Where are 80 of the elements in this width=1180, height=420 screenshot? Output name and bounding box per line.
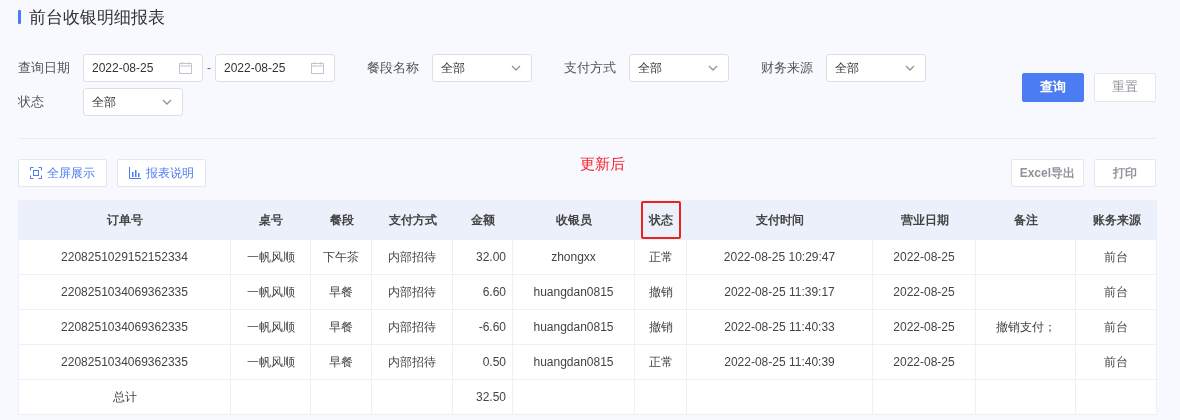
- column-header: 餐段: [311, 200, 372, 240]
- page-title: 前台收银明细报表: [29, 6, 165, 29]
- column-header: 订单号: [19, 200, 231, 240]
- table-cell: 早餐: [311, 275, 372, 310]
- chevron-down-icon: [708, 65, 718, 71]
- table-cell: 一帆风顺: [231, 240, 311, 275]
- table-cell: 2022-08-25: [873, 310, 976, 345]
- filter-label: 财务来源: [761, 59, 814, 77]
- column-header: 备注: [976, 200, 1076, 240]
- table-cell: 32.00: [453, 240, 513, 275]
- table-cell: 6.60: [453, 275, 513, 310]
- table-cell: 一帆风顺: [231, 275, 311, 310]
- table-cell: huangdan0815: [513, 310, 635, 345]
- column-header: 桌号: [231, 200, 311, 240]
- table-cell: 内部招待: [372, 275, 453, 310]
- column-header: 营业日期: [873, 200, 976, 240]
- table-cell: 2022-08-25: [873, 275, 976, 310]
- table-cell: 内部招待: [372, 310, 453, 345]
- table-cell: 2022-08-25: [873, 345, 976, 380]
- table-cell: 内部招待: [372, 345, 453, 380]
- table-cell: 前台: [1076, 310, 1157, 345]
- bar-chart-icon: [129, 167, 141, 179]
- search-button[interactable]: 查询: [1022, 72, 1084, 102]
- table-cell: huangdan0815: [513, 345, 635, 380]
- table-cell: 2022-08-25 10:29:47: [687, 240, 873, 275]
- toolbar-button[interactable]: 全屏展示: [18, 159, 107, 187]
- table-cell: 2022-08-25 11:40:39: [687, 345, 873, 380]
- chevron-down-icon: [511, 65, 521, 71]
- column-header: 收银员: [513, 200, 635, 240]
- date-field[interactable]: 2022-08-25: [83, 54, 203, 82]
- table-cell: 2208251034069362335: [19, 310, 231, 345]
- select-field[interactable]: 全部: [432, 54, 532, 82]
- table-cell: 早餐: [311, 345, 372, 380]
- column-header: 金额: [453, 200, 513, 240]
- filter-label: 状态: [18, 93, 45, 111]
- table-cell: 正常: [635, 240, 687, 275]
- title-accent-bar: [18, 10, 21, 24]
- select-field[interactable]: 全部: [83, 88, 183, 116]
- fullscreen-icon: [30, 167, 42, 179]
- table-cell: 撤销支付；: [976, 310, 1076, 345]
- table-cell: -6.60: [453, 310, 513, 345]
- chevron-down-icon: [905, 65, 915, 71]
- table-cell: 2022-08-25 11:39:17: [687, 275, 873, 310]
- calendar-icon: [311, 62, 324, 74]
- table-cell: 2022-08-25: [873, 240, 976, 275]
- column-header: 支付时间: [687, 200, 873, 240]
- table-cell: huangdan0815: [513, 275, 635, 310]
- column-header: 状态: [635, 200, 687, 240]
- table-cell: 一帆风顺: [231, 345, 311, 380]
- toolbar-button[interactable]: 报表说明: [117, 159, 206, 187]
- table-cell: 下午茶: [311, 240, 372, 275]
- column-header: 支付方式: [372, 200, 453, 240]
- table-cell: 前台: [1076, 240, 1157, 275]
- table-cell: 2022-08-25 11:40:33: [687, 310, 873, 345]
- table-cell: 2208251034069362335: [19, 345, 231, 380]
- table-cell: 一帆风顺: [231, 310, 311, 345]
- table-cell: 撤销: [635, 275, 687, 310]
- table-cell: 前台: [1076, 275, 1157, 310]
- table-cell: 2208251034069362335: [19, 275, 231, 310]
- filter-label: 查询日期: [18, 59, 71, 77]
- table-cell: 32.50: [453, 380, 513, 415]
- table-cell: 内部招待: [372, 240, 453, 275]
- table-cell: zhongxx: [513, 240, 635, 275]
- table-cell: 前台: [1076, 345, 1157, 380]
- date-field[interactable]: 2022-08-25: [215, 54, 335, 82]
- table-cell: 2208251029152152334: [19, 240, 231, 275]
- range-separator: -: [207, 61, 211, 75]
- table-cell: 正常: [635, 345, 687, 380]
- column-header: 账务来源: [1076, 200, 1157, 240]
- select-field[interactable]: 全部: [826, 54, 926, 82]
- select-field[interactable]: 全部: [629, 54, 729, 82]
- table-cell: 0.50: [453, 345, 513, 380]
- filter-label: 支付方式: [564, 59, 617, 77]
- table-cell: 总计: [19, 380, 231, 415]
- chevron-down-icon: [162, 99, 172, 105]
- table-cell: 早餐: [311, 310, 372, 345]
- annotation-text: 更新后: [579, 154, 625, 174]
- calendar-icon: [179, 62, 192, 74]
- filter-label: 餐段名称: [367, 59, 420, 77]
- table-cell: 撤销: [635, 310, 687, 345]
